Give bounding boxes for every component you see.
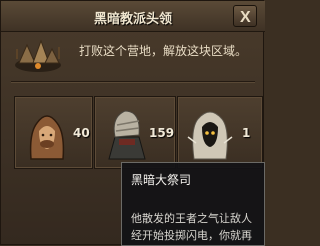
close-button[interactable]: X	[233, 5, 257, 27]
unit-count: 40	[73, 126, 90, 140]
unit-count: 1	[242, 126, 251, 140]
unit-slot-hooded-bandit[interactable]: 40	[14, 96, 93, 169]
unit-slot-dark-priest[interactable]: 1	[177, 96, 263, 169]
tooltip-description-line: 他散发的王者之气让敌人	[131, 212, 252, 225]
title-bar: 黑暗教派头领 X	[1, 1, 265, 32]
tooltip-unit-name: 黑暗大祭司	[131, 173, 192, 187]
camp-description: 打败这个营地，解放这块区域。	[79, 44, 248, 58]
divider	[11, 81, 255, 82]
unit-tooltip: 黑暗大祭司 他散发的王者之气让敌人 经开始投掷闪电，你就再	[121, 162, 265, 246]
unit-count: 159	[149, 126, 175, 140]
unit-slot-wrapped-warrior[interactable]: 159	[94, 96, 176, 169]
hooded-bandit-portrait-icon	[29, 115, 65, 160]
window-title: 黑暗教派头领	[93, 12, 172, 27]
wrapped-warrior-portrait-icon	[108, 110, 146, 160]
tooltip-description-line: 经开始投掷闪电，你就再	[131, 229, 252, 242]
dark-priest-portrait-icon	[187, 111, 233, 160]
camp-info-panel: 黑暗教派头领 X 打败这个营地，解放这块区域。 40 159 1 黑暗大祭司 他…	[0, 0, 265, 246]
camp-icon	[15, 39, 61, 72]
